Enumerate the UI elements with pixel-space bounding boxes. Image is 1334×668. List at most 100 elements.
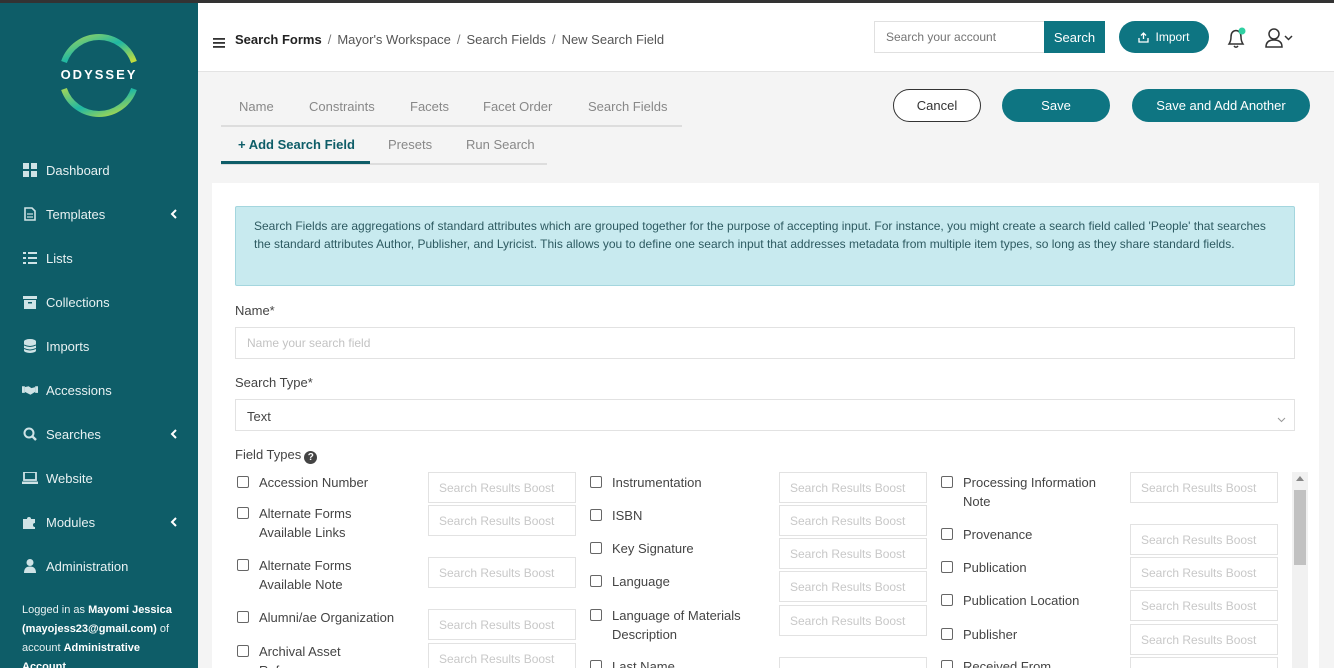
tab-run-search[interactable]: Run Search [466,137,535,152]
laptop-icon [22,470,38,486]
cancel-button[interactable]: Cancel [893,89,981,122]
search-results-boost-input[interactable] [779,505,927,536]
sidebar-item-searches[interactable]: Searches [22,422,190,446]
sidebar-item-website[interactable]: Website [22,466,190,490]
form-card: Search Fields are aggregations of standa… [212,183,1319,668]
save-and-add-another-button[interactable]: Save and Add Another [1132,89,1310,122]
logo-text: ODYSSEY [60,67,138,82]
breadcrumb-search-fields[interactable]: Search Fields [466,32,545,47]
checkbox[interactable] [941,561,953,573]
checkbox[interactable] [941,628,953,640]
checkbox[interactable] [941,476,953,488]
notification-bell-icon[interactable] [1226,26,1248,50]
search-results-boost-input[interactable] [1130,657,1278,668]
sidebar-item-accessions[interactable]: Accessions [22,378,190,402]
checkbox[interactable] [590,542,602,554]
name-input[interactable] [235,327,1295,359]
search-results-boost-input[interactable] [779,657,927,668]
account-search-input[interactable] [874,21,1045,53]
search-results-boost-input[interactable] [428,472,576,503]
chevron-left-icon [168,427,180,441]
help-icon[interactable]: ? [304,451,318,464]
name-label: Name* [235,303,275,318]
search-results-boost-input[interactable] [1130,557,1278,588]
sidebar-item-lists[interactable]: Lists [22,246,190,270]
checkbox[interactable] [237,559,249,571]
checkbox[interactable] [590,476,602,488]
save-button[interactable]: Save [1002,89,1110,122]
breadcrumb-workspace[interactable]: Mayor's Workspace [337,32,451,47]
field-types-label-text: Field Types [235,447,302,462]
search-results-boost-input[interactable] [428,643,576,668]
field-type-label: Processing Information Note [963,475,1096,509]
field-type-label: Accession Number [259,475,369,490]
sidebar-item-dashboard[interactable]: Dashboard [22,158,190,182]
checkbox[interactable] [590,575,602,587]
search-results-boost-input[interactable] [1130,472,1278,503]
odyssey-logo[interactable]: ODYSSEY [56,31,142,121]
list-icon [22,250,38,266]
checkbox[interactable] [590,509,602,521]
field-type-label: Language of Materials Description [612,608,741,642]
search-results-boost-input[interactable] [779,538,927,569]
field-types-scrollbar[interactable] [1292,472,1308,668]
checkbox[interactable] [237,645,249,657]
field-type-label: Publication [963,560,1027,575]
sidebar: ODYSSEY Dashboard Templates Lists Collec… [0,3,198,668]
sidebar-item-modules[interactable]: Modules [22,510,190,534]
search-results-boost-input[interactable] [428,557,576,588]
chevron-left-icon [168,207,180,221]
sidebar-item-label: Accessions [46,382,112,398]
sidebar-item-label: Templates [46,206,106,222]
field-type-label: Publisher [963,627,1018,642]
checkbox[interactable] [590,660,602,668]
search-results-boost-input[interactable] [1130,524,1278,555]
archive-icon [22,294,38,310]
sidebar-item-imports[interactable]: Imports [22,334,190,358]
search-results-boost-input[interactable] [779,571,927,602]
checkbox[interactable] [941,528,953,540]
checkbox[interactable] [941,660,953,668]
tabs-primary: Name Constraints Facets Facet Order Sear… [221,92,682,127]
checkbox[interactable] [237,507,249,519]
import-button-label: Import [1155,30,1190,44]
search-results-boost-input[interactable] [1130,590,1278,621]
scroll-up-icon[interactable] [1296,476,1304,481]
tab-facets[interactable]: Facets [410,99,449,114]
chevron-left-icon [168,515,180,529]
search-button[interactable]: Search [1044,21,1105,53]
checkbox[interactable] [590,609,602,621]
checkbox[interactable] [941,594,953,606]
database-icon [22,338,38,354]
user-menu-icon[interactable] [1265,27,1295,49]
tab-search-fields[interactable]: Search Fields [588,99,667,114]
logged-in-name: Mayomi Jessica [88,604,172,616]
sidebar-item-label: Website [46,470,93,486]
checkbox[interactable] [237,476,249,488]
tab-facet-order[interactable]: Facet Order [483,99,552,114]
active-tab-indicator [221,161,370,164]
hamburger-menu-icon[interactable] [213,36,225,48]
logged-in-email: (mayojess23@gmail.com) [22,623,157,635]
scrollbar-thumb[interactable] [1294,490,1306,565]
search-results-boost-input[interactable] [428,505,576,536]
sidebar-item-templates[interactable]: Templates [22,202,190,226]
search-results-boost-input[interactable] [428,609,576,640]
sidebar-item-collections[interactable]: Collections [22,290,190,314]
handshake-icon [22,382,38,398]
search-type-select[interactable]: Text [235,399,1295,431]
search-results-boost-input[interactable] [779,472,927,503]
file-icon [22,206,38,222]
tab-add-search-field[interactable]: + Add Search Field [238,137,355,152]
field-type-label: Provenance [963,527,1033,542]
sidebar-item-administration[interactable]: Administration [22,554,190,578]
checkbox[interactable] [237,611,249,623]
search-results-boost-input[interactable] [1130,624,1278,655]
import-button[interactable]: Import [1119,21,1209,53]
search-results-boost-input[interactable] [779,605,927,636]
breadcrumb-search-forms[interactable]: Search Forms [235,32,322,47]
tab-presets[interactable]: Presets [388,137,432,152]
tab-name[interactable]: Name [239,99,274,114]
tab-constraints[interactable]: Constraints [309,99,375,114]
sidebar-item-label: Lists [46,250,73,266]
